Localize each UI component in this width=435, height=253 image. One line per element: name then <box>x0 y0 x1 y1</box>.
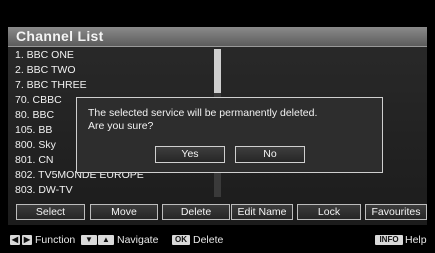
channel-item[interactable]: 800. Sky <box>15 139 56 151</box>
channel-item[interactable]: 803. DW-TV <box>15 184 73 196</box>
lock-button[interactable]: Lock <box>297 204 361 220</box>
edit-name-button[interactable]: Edit Name <box>231 204 293 220</box>
tv-screen: Channel List 1. BBC ONE 2. BBC TWO 7. BB… <box>0 0 435 253</box>
delete-confirm-dialog: The selected service will be permanently… <box>76 97 383 173</box>
favourites-button[interactable]: Favourites <box>365 204 427 220</box>
help-hint: Help <box>405 234 427 246</box>
page-title: Channel List <box>16 28 104 44</box>
function-hint: Function <box>35 234 76 246</box>
delete-button[interactable]: Delete <box>162 204 230 220</box>
info-key-icon: INFO <box>375 235 403 245</box>
no-button[interactable]: No <box>235 146 305 163</box>
function-bar: Select Move Delete Edit Name Lock Favour… <box>16 204 428 220</box>
channel-item[interactable]: 80. BBC <box>15 109 54 121</box>
right-arrow-key-icon: ▶ <box>22 235 32 245</box>
ok-key-icon: OK <box>172 235 190 245</box>
up-arrow-key-icon: ▲ <box>98 235 114 245</box>
delete-hint: Delete <box>193 234 224 246</box>
channel-item[interactable]: 801. CN <box>15 154 54 166</box>
channel-item[interactable]: 105. BB <box>15 124 52 136</box>
channel-item[interactable]: 2. BBC TWO <box>15 64 75 76</box>
down-arrow-key-icon: ▼ <box>81 235 97 245</box>
channel-item[interactable]: 70. CBBC <box>15 94 62 106</box>
navigate-hint: Navigate <box>117 234 159 246</box>
dialog-message-line: Are you sure? <box>88 120 154 132</box>
scrollbar-thumb[interactable] <box>214 49 221 93</box>
channel-item[interactable]: 1. BBC ONE <box>15 49 74 61</box>
help-bar: ◀ ▶ Function ▼ ▲ Navigate OK Delete INFO… <box>8 232 427 248</box>
move-button[interactable]: Move <box>90 204 158 220</box>
yes-button[interactable]: Yes <box>155 146 225 163</box>
title-bar: Channel List <box>8 27 427 47</box>
select-button[interactable]: Select <box>16 204 85 220</box>
dialog-message-line: The selected service will be permanently… <box>88 107 318 119</box>
left-arrow-key-icon: ◀ <box>10 235 20 245</box>
dialog-message: The selected service will be permanently… <box>88 107 378 133</box>
channel-item[interactable]: 7. BBC THREE <box>15 79 87 91</box>
